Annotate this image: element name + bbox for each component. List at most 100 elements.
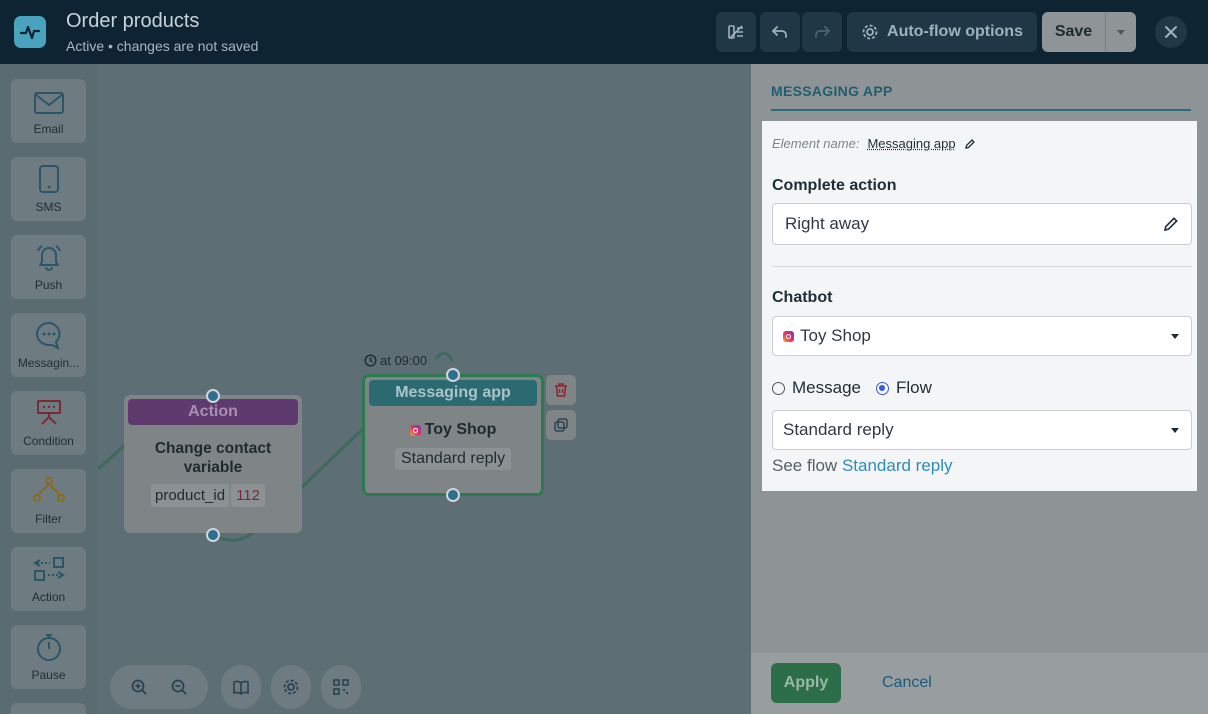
save-button[interactable]: Save [1042, 12, 1106, 52]
save-options-dropdown[interactable] [1106, 12, 1136, 52]
zoom-in-icon [131, 679, 147, 695]
radio-flow[interactable] [875, 381, 889, 395]
qr-code-button[interactable] [321, 665, 361, 709]
radio-flow-label[interactable]: Flow [896, 378, 932, 398]
flow-map-button[interactable] [716, 12, 756, 52]
gear-icon [283, 679, 299, 695]
zoom-out-icon [171, 679, 187, 695]
chat-bubble-icon [35, 321, 60, 350]
element-toolbox: Email SMS Push Messagin... Condition Fil… [0, 64, 98, 714]
flow-select[interactable]: Standard reply [772, 410, 1192, 450]
tool-label: Messagin... [17, 356, 80, 370]
see-flow-prefix: See flow [772, 456, 838, 475]
element-name-row: Element name: Messaging app [772, 136, 976, 151]
tool-push[interactable]: Push [11, 235, 86, 299]
bell-icon [36, 245, 61, 271]
clock-icon [364, 354, 377, 367]
variable-row: product_id 112 [151, 484, 265, 507]
tool-email[interactable]: Email [11, 79, 86, 143]
tool-pause[interactable]: Pause [11, 625, 86, 689]
page-title: Order products [66, 10, 200, 32]
condition-icon [36, 400, 61, 425]
complete-action-field[interactable]: Right away [772, 203, 1192, 245]
action-node[interactable]: Action Change contact variable product_i… [124, 395, 302, 533]
cancel-button[interactable]: Cancel [882, 663, 932, 703]
tool-label: Push [34, 278, 63, 292]
tool-label: Pause [31, 668, 66, 682]
messaging-node-output-port[interactable] [446, 488, 460, 502]
zoom-controls [110, 665, 208, 709]
canvas-settings-button[interactable] [271, 665, 311, 709]
tool-sms[interactable]: SMS [11, 157, 86, 221]
duplicate-node-button[interactable] [546, 410, 576, 440]
close-button[interactable] [1155, 16, 1187, 48]
chevron-down-icon [1171, 333, 1179, 339]
see-flow-row: See flow Standard reply [772, 456, 953, 476]
tool-action[interactable]: Action [11, 547, 86, 611]
tool-label: Action [31, 590, 66, 604]
pencil-icon[interactable] [964, 138, 976, 150]
instagram-icon [409, 424, 421, 436]
panel-title-underline [771, 109, 1191, 111]
action-icon [32, 557, 65, 581]
app-logo-icon[interactable] [14, 16, 46, 48]
tool-label: SMS [35, 200, 62, 214]
tool-label: Email [33, 122, 64, 136]
panel-title: MESSAGING APP [771, 83, 893, 99]
trash-icon [555, 383, 567, 397]
see-flow-link[interactable]: Standard reply [842, 456, 953, 475]
undo-button[interactable] [760, 12, 800, 52]
schedule-time: at 09:00 [380, 353, 427, 368]
tool-messaging[interactable]: Messagin... [11, 313, 86, 377]
variable-value: 112 [231, 484, 265, 507]
variable-name: product_id [151, 484, 230, 507]
chatbot-select[interactable]: Toy Shop [772, 316, 1192, 356]
complete-action-value: Right away [785, 214, 870, 233]
messaging-node-bot-name: Toy Shop [424, 421, 497, 438]
flow-select-value: Standard reply [783, 420, 894, 439]
panel-footer: Apply Cancel [751, 653, 1208, 714]
tool-filter[interactable]: Filter [11, 469, 86, 533]
apply-button[interactable]: Apply [771, 663, 841, 703]
filter-icon [32, 477, 65, 502]
pencil-icon[interactable] [1163, 216, 1179, 232]
redo-button[interactable] [802, 12, 842, 52]
top-bar: Order products Active • changes are not … [0, 0, 1208, 64]
save-status: Active • changes are not saved [66, 38, 259, 54]
settings-panel: MESSAGING APP Element name: Messaging ap… [751, 64, 1208, 714]
guide-button[interactable] [221, 665, 261, 709]
redo-icon [815, 26, 830, 38]
tool-label: Filter [35, 512, 62, 526]
save-button-group: Save [1042, 12, 1136, 52]
delete-node-button[interactable] [546, 375, 576, 405]
section-divider [772, 266, 1192, 267]
settings-card: Element name: Messaging app Complete act… [762, 121, 1197, 491]
zoom-in-button[interactable] [119, 667, 159, 707]
book-icon [233, 680, 249, 696]
zoom-out-button[interactable] [159, 667, 199, 707]
radio-message-label[interactable]: Message [792, 378, 861, 398]
content-type-radios: Message Flow [772, 378, 932, 398]
tool-condition[interactable]: Condition [11, 391, 86, 455]
chevron-down-icon [1117, 29, 1125, 35]
messaging-node-bot: Toy Shop [365, 421, 541, 439]
copy-icon [554, 418, 568, 432]
radio-message[interactable] [772, 381, 785, 395]
chevron-down-icon [1171, 427, 1179, 433]
tool-more[interactable] [11, 703, 86, 714]
stopwatch-icon [36, 634, 61, 661]
instagram-icon [783, 330, 794, 342]
close-icon [1165, 26, 1177, 38]
element-name-value[interactable]: Messaging app [867, 136, 955, 151]
action-node-output-port[interactable] [206, 528, 220, 542]
action-node-input-port[interactable] [206, 389, 220, 403]
messaging-node-flow: Standard reply [395, 448, 512, 470]
chatbot-label: Chatbot [772, 289, 833, 306]
autoflow-options-button[interactable]: Auto-flow options [847, 12, 1037, 52]
autoflow-options-label: Auto-flow options [887, 23, 1023, 40]
chatbot-select-value: Toy Shop [800, 326, 871, 345]
messaging-node-input-port[interactable] [446, 368, 460, 382]
messaging-app-node[interactable]: Messaging app Toy Shop Standard reply [362, 374, 544, 496]
gear-icon [862, 24, 878, 40]
undo-icon [772, 26, 787, 38]
